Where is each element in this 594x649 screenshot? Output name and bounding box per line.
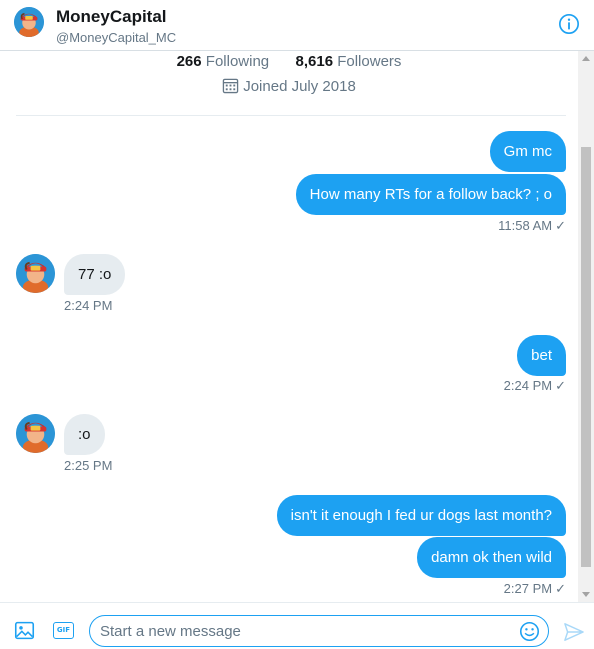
message-bubble-outgoing[interactable]: bet [517, 335, 566, 376]
message-list[interactable]: 266 Following 8,616 Followers Joined Jul… [0, 51, 594, 602]
scrollbar-thumb[interactable] [581, 147, 591, 567]
timestamp-text: 2:24 PM [503, 378, 553, 393]
message-timestamp: 2:24 PM ✓ [504, 378, 566, 394]
avatar-image [16, 254, 55, 293]
image-icon[interactable] [14, 620, 35, 641]
scroll-up-arrow-icon[interactable] [582, 56, 590, 61]
following-link[interactable]: 266 Following [177, 53, 270, 70]
message-input-container [89, 615, 549, 647]
message-bubble-outgoing[interactable]: isn't it enough I fed ur dogs last month… [276, 495, 566, 536]
sender-avatar[interactable] [16, 414, 55, 453]
conversation-name[interactable]: MoneyCapital [56, 7, 167, 27]
divider [16, 115, 566, 116]
followers-count: 8,616 [295, 53, 334, 70]
following-count: 266 [176, 53, 202, 70]
message-timestamp: 2:27 PM ✓ [504, 581, 566, 597]
read-receipt-icon: ✓ [555, 378, 566, 393]
message-bubble-incoming[interactable]: :o [64, 414, 105, 455]
avatar[interactable] [14, 7, 44, 37]
conversation-handle: @MoneyCapital_MC [56, 30, 177, 45]
gif-icon[interactable]: GIF [53, 622, 74, 639]
following-label: Following [205, 53, 270, 70]
timestamp-text: 11:58 AM [498, 218, 553, 233]
info-icon[interactable] [558, 13, 580, 35]
message-bubble-outgoing[interactable]: damn ok then wild [417, 537, 566, 578]
message-timestamp: 2:24 PM [64, 298, 113, 313]
calendar-icon [222, 78, 239, 94]
message-bubble-outgoing[interactable]: How many RTs for a follow back? ; o [295, 174, 566, 215]
read-receipt-icon: ✓ [555, 581, 566, 596]
message-bubble-outgoing[interactable]: Gm mc [489, 131, 566, 172]
followers-link[interactable]: 8,616 Followers [296, 53, 402, 70]
profile-stats: 266 Following 8,616 Followers [0, 53, 578, 70]
emoji-icon[interactable] [519, 621, 540, 642]
message-timestamp: 2:25 PM [64, 458, 113, 473]
joined-label: Joined July 2018 [243, 78, 356, 95]
message-bubble-incoming[interactable]: 77 :o [64, 254, 126, 295]
sender-avatar[interactable] [16, 254, 55, 293]
scrollbar[interactable] [578, 51, 594, 602]
message-input[interactable] [100, 616, 510, 646]
message-timestamp: 11:58 AM ✓ [498, 218, 566, 234]
scroll-down-arrow-icon[interactable] [582, 592, 590, 597]
send-icon[interactable] [563, 622, 585, 642]
avatar-image [16, 414, 55, 453]
followers-label: Followers [337, 53, 402, 70]
timestamp-text: 2:27 PM [503, 581, 553, 596]
avatar-image [14, 7, 44, 37]
conversation-header: MoneyCapital @MoneyCapital_MC [0, 0, 594, 51]
joined-date: Joined July 2018 [0, 77, 578, 95]
read-receipt-icon: ✓ [555, 218, 566, 233]
message-composer: GIF [0, 602, 594, 649]
